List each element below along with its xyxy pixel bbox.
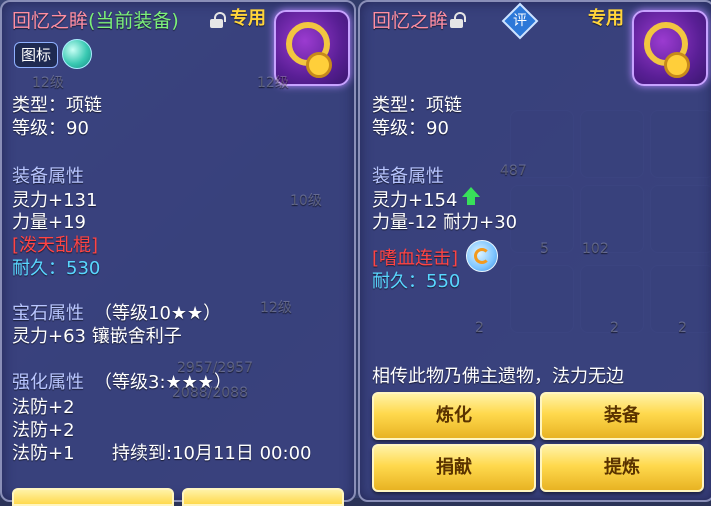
item-description: 相传此物乃佛主遗物，法力无边 bbox=[372, 366, 624, 387]
attr-header: 装备属性 bbox=[372, 166, 444, 187]
item-level: 等级：90 bbox=[372, 118, 449, 139]
faint-slot-label: 5 bbox=[540, 241, 549, 257]
enhance-line: 法防+2 bbox=[12, 397, 75, 418]
attr-line: 力量-12 耐力+30 bbox=[372, 212, 518, 233]
item-type: 类型：项链 bbox=[12, 95, 102, 116]
enhance-header: 强化属性 bbox=[12, 372, 84, 393]
faint-slot-label: 2 bbox=[475, 320, 484, 336]
special-skill: [泼天乱棍] bbox=[12, 235, 99, 256]
item-name: 回忆之眸 bbox=[372, 10, 449, 32]
lock-icon[interactable] bbox=[450, 12, 466, 28]
faint-slot-label: 487 bbox=[500, 163, 527, 179]
hp-text: 2088/2088 bbox=[172, 385, 248, 401]
hp-text: 2957/2957 bbox=[177, 360, 253, 376]
exclusive-tag: 专用 bbox=[588, 8, 624, 29]
duration-text: 持续到:10月11日 00:00 bbox=[112, 443, 312, 464]
attr-line: 力量+19 bbox=[12, 212, 86, 233]
partial-button[interactable] bbox=[182, 488, 344, 506]
faint-slot-label: 12级 bbox=[260, 300, 292, 316]
faint-slot-label: 12级 bbox=[257, 75, 289, 91]
refresh-icon[interactable] bbox=[466, 240, 498, 272]
gem-header: 宝石属性 bbox=[12, 303, 84, 324]
equipped-tag: (当前装备) bbox=[88, 10, 179, 32]
attr-line: 灵力+131 bbox=[12, 190, 98, 211]
enhance-line: 法防+1 bbox=[12, 443, 75, 464]
exclusive-tag: 专用 bbox=[230, 8, 266, 29]
equip-button[interactable]: 装备 bbox=[540, 392, 704, 440]
attr-header: 装备属性 bbox=[12, 166, 84, 187]
necklace-icon bbox=[632, 10, 708, 86]
durability: 耐久：530 bbox=[12, 258, 101, 279]
faint-slot-label: 102 bbox=[582, 241, 609, 257]
durability: 耐久：550 bbox=[372, 271, 461, 292]
gem-orb-icon[interactable] bbox=[62, 39, 92, 69]
partial-button[interactable] bbox=[12, 488, 174, 506]
faint-slot-label: 2 bbox=[610, 320, 619, 336]
item-level: 等级：90 bbox=[12, 118, 89, 139]
icon-label-button[interactable]: 图标 bbox=[14, 42, 59, 68]
compare-equipment-panel: 回忆之眸 专用 类型：项链 等级：90 装备属性 灵力+154 力量-12 耐力… bbox=[358, 0, 711, 502]
faint-slot-label: 12级 bbox=[32, 75, 64, 91]
enhance-line: 法防+2 bbox=[12, 420, 75, 441]
arrow-up-icon bbox=[467, 196, 475, 205]
donate-button[interactable]: 捐献 bbox=[372, 444, 536, 492]
lock-icon[interactable] bbox=[210, 12, 226, 28]
special-skill: [嗜血连击] bbox=[372, 248, 459, 269]
attr-line: 灵力+154 bbox=[372, 190, 458, 211]
item-name: 回忆之眸 bbox=[12, 10, 89, 32]
item-type: 类型：项链 bbox=[372, 95, 462, 116]
faint-slot-label: 2 bbox=[678, 320, 687, 336]
current-equipment-panel: 回忆之眸 (当前装备) 专用 图标 类型：项链 等级：90 装备属性 灵力+13… bbox=[0, 0, 356, 506]
faint-slot-label: 10级 bbox=[290, 193, 322, 209]
gem-level: （等级10★★） bbox=[94, 303, 222, 324]
refine-button[interactable]: 炼化 bbox=[372, 392, 536, 440]
rating-label[interactable]: 评 bbox=[507, 8, 533, 34]
gem-line: 灵力+63 镶嵌舍利子 bbox=[12, 326, 182, 347]
extract-button[interactable]: 提炼 bbox=[540, 444, 704, 492]
